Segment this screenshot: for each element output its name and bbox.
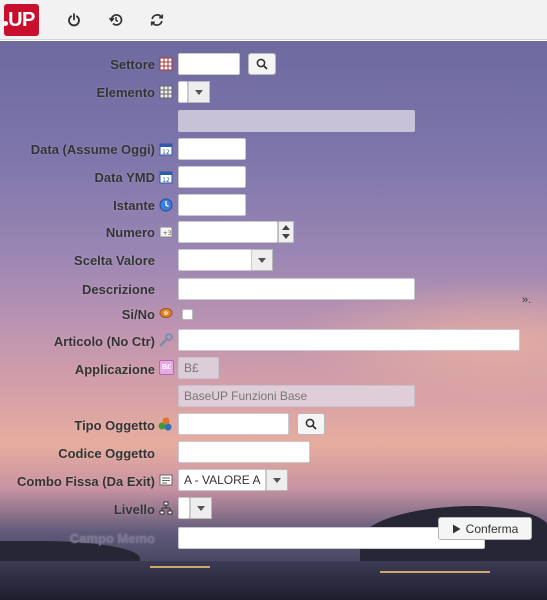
calendar-icon: 12 [159, 171, 173, 184]
livello-label: Livello [113, 502, 155, 517]
tipo-oggetto-input[interactable] [178, 413, 289, 435]
applicazione-label: Applicazione [74, 362, 155, 377]
refresh-icon [150, 14, 164, 26]
power-button[interactable] [64, 10, 84, 30]
play-icon [452, 524, 461, 533]
toggle-icon [159, 308, 173, 318]
scelta-valore-dropdown-button[interactable] [251, 249, 273, 271]
chevron-down-icon [258, 257, 266, 263]
elemento-input[interactable] [178, 81, 188, 103]
tipo-oggetto-label: Tipo Oggetto [74, 418, 155, 433]
descrizione-input[interactable] [178, 278, 415, 300]
scelta-valore-label: Scelta Valore [74, 253, 155, 268]
search-icon [256, 58, 268, 70]
campo-memo-label: Campo Memo [69, 531, 155, 546]
numero-input[interactable] [178, 221, 278, 243]
scelta-valore-select[interactable] [178, 249, 252, 271]
elemento-description-field [178, 110, 415, 132]
top-toolbar: UP [0, 0, 547, 40]
calendar-icon: 12 [159, 143, 173, 156]
tipo-oggetto-search-button[interactable] [297, 413, 325, 435]
applicazione-code-field: B£ [178, 357, 219, 379]
data-ymd-label: Data YMD [94, 170, 155, 185]
history-button[interactable] [106, 10, 126, 30]
data-ymd-input[interactable] [178, 166, 246, 188]
background-lights [380, 571, 490, 573]
data-assume-oggi-label: Data (Assume Oggi) [30, 142, 155, 157]
objects-icon [158, 417, 172, 431]
history-icon [109, 14, 123, 26]
elemento-dropdown-button[interactable] [188, 81, 210, 103]
si-no-checkbox[interactable] [182, 309, 193, 320]
chevron-down-icon [195, 89, 203, 95]
confirm-button[interactable]: Conferma [438, 517, 532, 540]
list-box-icon [159, 474, 173, 486]
articolo-more-link[interactable]: ». [522, 294, 531, 306]
hierarchy-icon [159, 501, 173, 515]
grid-icon [159, 85, 173, 99]
svg-text:+3: +3 [163, 230, 172, 237]
svg-text:12: 12 [162, 177, 170, 184]
combo-fissa-dropdown-button[interactable] [266, 469, 288, 491]
chevron-down-icon [197, 505, 205, 511]
descrizione-label: Descrizione [82, 282, 155, 297]
istante-label: Istante [113, 198, 155, 213]
combo-fissa-label: Combo Fissa (Da Exit) [17, 474, 155, 489]
istante-input[interactable] [178, 194, 246, 216]
data-assume-oggi-input[interactable] [178, 138, 246, 160]
applicazione-description-field: BaseUP Funzioni Base [178, 385, 415, 407]
background-water [0, 561, 547, 600]
articolo-input[interactable] [178, 329, 520, 351]
codice-oggetto-label: Codice Oggetto [58, 446, 155, 461]
clock-icon [159, 198, 173, 212]
power-icon [68, 13, 80, 27]
elemento-label: Elemento [96, 85, 155, 100]
articolo-label: Articolo (No Ctr) [53, 334, 155, 349]
settore-input[interactable] [178, 53, 240, 75]
background-lights [150, 566, 210, 568]
combo-fissa-select[interactable]: A - VALORE A [178, 469, 266, 491]
si-no-label: Si/No [121, 307, 155, 322]
numero-spinner[interactable] [278, 221, 294, 243]
confirm-button-label: Conferma [465, 521, 519, 536]
app-logo: UP [3, 4, 39, 36]
livello-input[interactable] [178, 497, 190, 519]
livello-dropdown-button[interactable] [190, 497, 212, 519]
chevron-down-icon [273, 477, 281, 483]
application-icon: B£ [159, 360, 174, 375]
table-icon [159, 57, 173, 71]
search-icon [305, 418, 317, 430]
refresh-button[interactable] [147, 10, 167, 30]
wrench-icon [159, 333, 173, 347]
logo-text: UP [8, 9, 35, 31]
svg-text:12: 12 [162, 149, 170, 156]
number-icon: +3 [159, 226, 173, 238]
codice-oggetto-input[interactable] [178, 441, 310, 463]
numero-label: Numero [105, 225, 155, 240]
settore-label: Settore [110, 57, 155, 72]
settore-search-button[interactable] [248, 53, 276, 75]
